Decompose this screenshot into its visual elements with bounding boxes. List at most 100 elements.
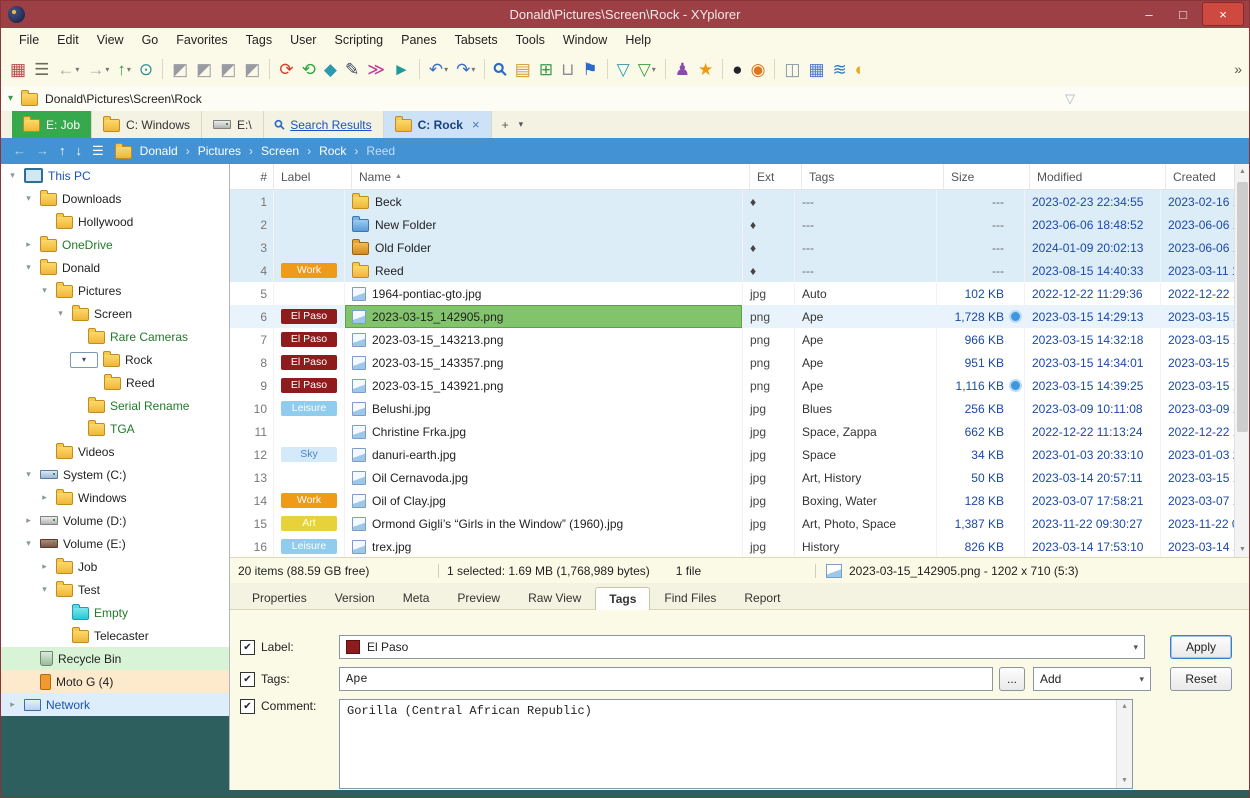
tree-item-moto-g-4[interactable]: Moto G (4) <box>0 670 229 693</box>
tab-e[interactable]: E:\ <box>202 111 264 138</box>
keypad-button[interactable]: ▦ <box>805 56 827 82</box>
reset-button[interactable]: Reset <box>1170 667 1232 691</box>
toolbar-overflow-icon[interactable]: » <box>1234 61 1242 77</box>
panel-tab-properties[interactable]: Properties <box>238 586 321 609</box>
filter-teal-button[interactable]: ▽ <box>614 56 633 82</box>
column-header-number[interactable]: # <box>230 164 274 189</box>
chevron-down-icon[interactable]: ▾ <box>1139 674 1144 685</box>
tab-search-results[interactable]: ⚲Search Results <box>264 111 384 138</box>
file-row[interactable]: 15ArtOrmond Gigli’s “Girls in the Window… <box>230 512 1250 535</box>
hamburger-button[interactable]: ☰ <box>31 56 52 82</box>
dropdown-arrow-icon[interactable]: ▾ <box>105 65 109 74</box>
tree-item-rock[interactable]: ▾Rock <box>0 348 229 371</box>
address-expand-icon[interactable]: ▾ <box>8 93 13 104</box>
colors-button[interactable]: ◐ <box>852 56 868 82</box>
tag-blue-button[interactable]: ◩ <box>193 56 215 82</box>
tree-item-screen[interactable]: ▾Screen <box>0 302 229 325</box>
menu-item-window[interactable]: Window <box>554 33 616 47</box>
expander-open-icon[interactable]: ▾ <box>6 170 19 181</box>
file-row[interactable]: 12Skydanuri-earth.jpgjpgSpace34 KB2023-0… <box>230 443 1250 466</box>
file-row[interactable]: 4WorkReed♦------2023-08-15 14:40:332023-… <box>230 259 1250 282</box>
expander-open-icon[interactable]: ▾ <box>22 538 35 549</box>
file-row[interactable]: 51964-pontiac-gto.jpgjpgAuto102 KB2022-1… <box>230 282 1250 305</box>
dropdown-arrow-icon[interactable]: ▾ <box>652 65 656 74</box>
label-combobox[interactable]: El Paso ▾ <box>339 635 1145 659</box>
tree-item-reed[interactable]: Reed <box>0 371 229 394</box>
menu-item-view[interactable]: View <box>88 33 133 47</box>
up-button[interactable]: ↑▾ <box>114 56 134 82</box>
tree-item-tga[interactable]: TGA <box>0 417 229 440</box>
expander-closed-icon[interactable]: ▸ <box>22 515 35 526</box>
browse-tags-button[interactable]: ... <box>999 667 1025 691</box>
new-tab-button[interactable]: + <box>502 118 509 132</box>
crumb-back-icon[interactable]: ← <box>13 143 26 158</box>
tree-item-donald[interactable]: ▾Donald <box>0 256 229 279</box>
folder-dropdown-icon[interactable]: ▾ <box>70 352 98 368</box>
moon-button[interactable]: ● <box>729 56 745 82</box>
comment-textarea[interactable]: Gorilla (Central African Republic) ▲ ▼ <box>339 699 1133 789</box>
crumb-down-icon[interactable]: ↓ <box>76 143 83 158</box>
expander-open-icon[interactable]: ▾ <box>38 285 51 296</box>
back-button[interactable]: ←▾ <box>54 56 82 82</box>
redo-button[interactable]: ↷▾ <box>453 56 478 82</box>
refresh-button[interactable]: ⟳ <box>276 56 296 82</box>
tag-orange-button[interactable]: ◩ <box>241 56 263 82</box>
file-row[interactable]: 10LeisureBelushi.jpgjpgBlues256 KB2023-0… <box>230 397 1250 420</box>
panel-tab-find-files[interactable]: Find Files <box>650 586 730 609</box>
expander-open-icon[interactable]: ▾ <box>22 193 35 204</box>
tree-item-this-pc[interactable]: ▾This PC <box>0 164 229 187</box>
expander-open-icon[interactable]: ▾ <box>54 308 67 319</box>
column-header-name[interactable]: Name▲ <box>352 164 750 189</box>
paste-button[interactable]: ▤ <box>512 56 534 82</box>
breadcrumb-folder-icon[interactable] <box>115 146 132 159</box>
menu-item-tags[interactable]: Tags <box>237 33 281 47</box>
package-button[interactable]: ◆ <box>321 56 340 82</box>
basketball-button[interactable]: ◉ <box>748 56 769 82</box>
crumb-menu-icon[interactable]: ☰ <box>92 143 104 158</box>
breadcrumb-segment-rock[interactable]: Rock <box>319 144 346 158</box>
menu-item-scripting[interactable]: Scripting <box>325 33 392 47</box>
tree-view-button[interactable]: ⊞ <box>536 56 556 82</box>
list-scrollbar[interactable]: ▲ ▼ <box>1234 164 1250 557</box>
file-row[interactable]: 13Oil Cernavoda.jpgjpgArt, History50 KB2… <box>230 466 1250 489</box>
crumb-forward-icon[interactable]: → <box>36 143 49 158</box>
tree-item-job[interactable]: ▸Job <box>0 555 229 578</box>
dropdown-arrow-icon[interactable]: ▾ <box>127 65 131 74</box>
tree-item-recycle-bin[interactable]: Recycle Bin <box>0 647 229 670</box>
scroll-down-icon[interactable]: ▼ <box>1122 774 1126 788</box>
tag-violet-button[interactable]: ◩ <box>217 56 239 82</box>
sync-button[interactable]: ⟲ <box>299 56 319 82</box>
file-row[interactable]: 3Old Folder♦------2024-01-09 20:02:13202… <box>230 236 1250 259</box>
close-button[interactable]: × <box>1202 2 1244 26</box>
menu-item-go[interactable]: Go <box>133 33 168 47</box>
menu-item-tools[interactable]: Tools <box>507 33 554 47</box>
chevron-down-icon[interactable]: ▾ <box>1133 642 1138 653</box>
column-header-modified[interactable]: Modified <box>1030 164 1166 189</box>
tree-item-rare-cameras[interactable]: Rare Cameras <box>0 325 229 348</box>
tree-item-empty[interactable]: Empty <box>0 601 229 624</box>
app-grid-button[interactable]: ▦ <box>7 56 29 82</box>
panel-tab-report[interactable]: Report <box>730 586 794 609</box>
tree-item-volume-d[interactable]: ▸Volume (D:) <box>0 509 229 532</box>
label-checkbox[interactable]: ✔ <box>240 640 255 655</box>
menu-item-panes[interactable]: Panes <box>392 33 445 47</box>
column-header-label[interactable]: Label <box>274 164 352 189</box>
address-filter-icon[interactable]: ▽ <box>1065 91 1075 107</box>
expander-closed-icon[interactable]: ▸ <box>6 699 19 710</box>
tree-item-pictures[interactable]: ▾Pictures <box>0 279 229 302</box>
tree-item-windows[interactable]: ▸Windows <box>0 486 229 509</box>
tab-list-dropdown-icon[interactable]: ▾ <box>519 119 524 130</box>
tree-item-system-c[interactable]: ▾System (C:) <box>0 463 229 486</box>
minimize-button[interactable]: – <box>1132 3 1166 25</box>
tree-item-onedrive[interactable]: ▸OneDrive <box>0 233 229 256</box>
file-row[interactable]: 8El Paso2023-03-15_143357.pngpngApe951 K… <box>230 351 1250 374</box>
star-button[interactable]: ★ <box>695 56 716 82</box>
expander-open-icon[interactable]: ▾ <box>22 469 35 480</box>
breadcrumb-segment-screen[interactable]: Screen <box>261 144 299 158</box>
tree-item-network[interactable]: ▸Network <box>0 693 229 716</box>
undo-button[interactable]: ↶▾ <box>426 56 451 82</box>
tags-checkbox[interactable]: ✔ <box>240 672 255 687</box>
file-row[interactable]: 2New Folder♦------2023-06-06 18:48:52202… <box>230 213 1250 236</box>
tree-item-volume-e[interactable]: ▾Volume (E:) <box>0 532 229 555</box>
expander-closed-icon[interactable]: ▸ <box>22 239 35 250</box>
